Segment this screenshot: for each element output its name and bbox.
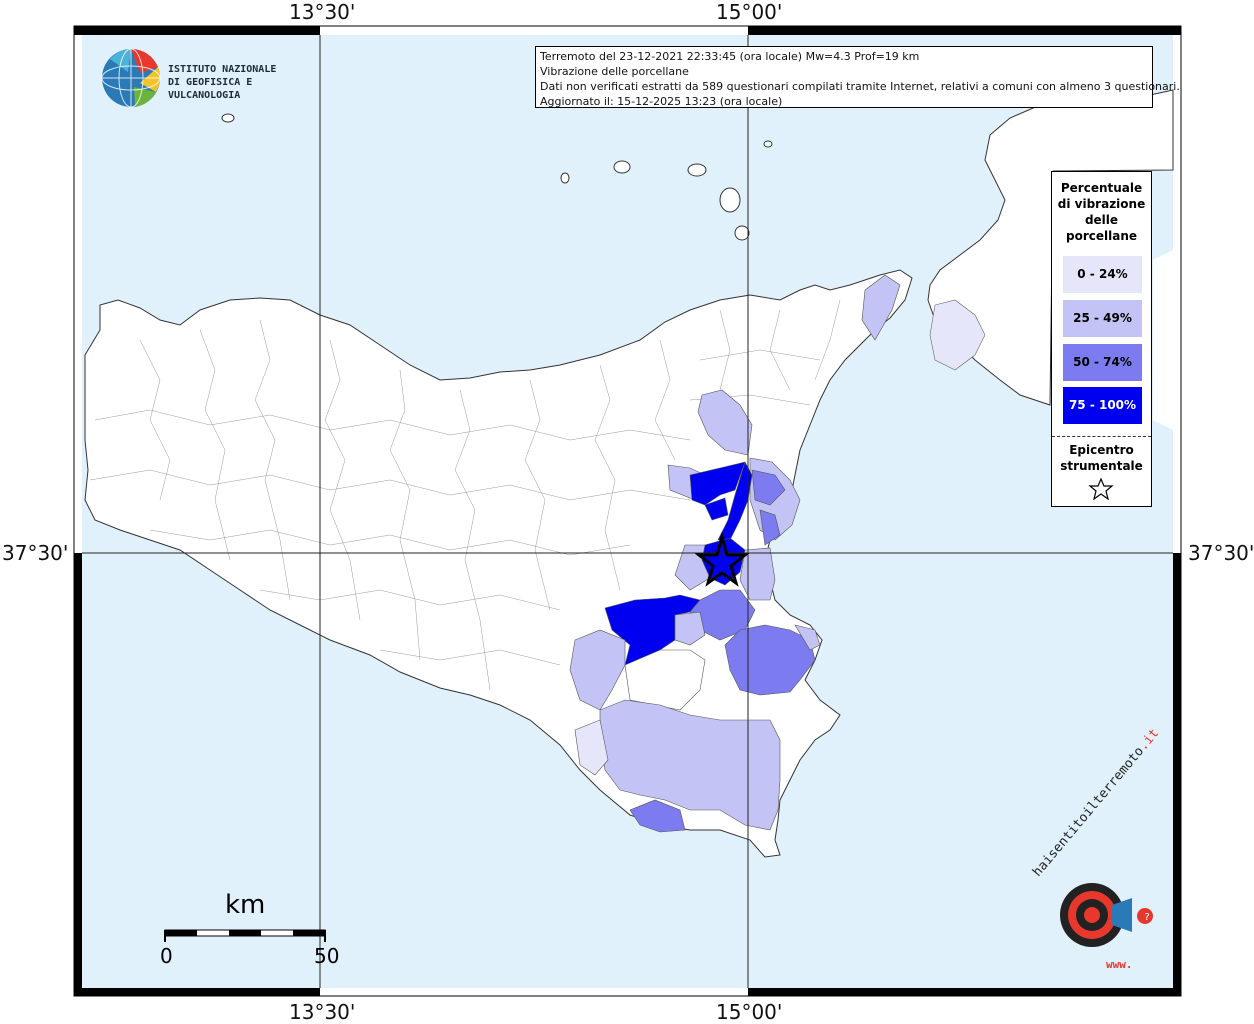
info-line-3: Dati non verificati estratti da 589 ques… — [540, 80, 1180, 93]
scale-unit: km — [225, 890, 266, 920]
logo-line-1: ISTITUTO NAZIONALE — [168, 64, 277, 75]
right-lat-label: 37°30' — [1188, 541, 1254, 565]
epicentre-label: Epicentro strumentale — [1052, 442, 1151, 474]
bottom-lon-label-1: 13°30' — [289, 1000, 356, 1024]
left-lat-label: 37°30' — [2, 541, 69, 565]
info-line-1: Terremoto del 23-12-2021 22:33:45 (ora l… — [540, 50, 920, 63]
info-box: Terremoto del 23-12-2021 22:33:45 (ora l… — [535, 46, 1180, 108]
legend-title-line: Percentuale — [1060, 181, 1143, 195]
legend: Percentuale di vibrazione delle porcella… — [1051, 171, 1152, 507]
ingv-logo: ISTITUTO NAZIONALE DI GEOFISICA E VULCAN… — [100, 47, 320, 109]
globe-icon — [101, 48, 161, 108]
top-lon-label-2: 15°00' — [716, 0, 783, 24]
legend-title-line: porcellane — [1065, 229, 1137, 243]
svg-text:?: ? — [1144, 912, 1149, 923]
scale-bar-graphic — [164, 929, 326, 942]
info-line-2: Vibrazione delle porcellane — [540, 65, 689, 78]
info-line-4: Aggiornato il: 15-12-2025 13:23 (ora loc… — [540, 95, 783, 108]
legend-title: Percentuale di vibrazione delle porcella… — [1052, 180, 1151, 244]
top-lon-label-1: 13°30' — [289, 0, 356, 24]
epicentre-label-line: strumentale — [1060, 459, 1143, 473]
logo-line-2: DI GEOFISICA E VULCANOLOGIA — [168, 77, 253, 101]
scale-bar: km 0 50 — [160, 890, 340, 970]
legend-title-line: di vibrazione — [1057, 197, 1146, 211]
star-outline-icon — [1088, 478, 1114, 500]
haisentito-logo: ? haisentitoilterremoto.it www. — [1020, 726, 1170, 980]
legend-item-50-74: 50 - 74% — [1063, 344, 1142, 381]
legend-separator — [1052, 436, 1151, 437]
scale-end: 50 — [314, 944, 340, 968]
bottom-lon-label-2: 15°00' — [716, 1000, 783, 1024]
legend-item-75-100: 75 - 100% — [1063, 387, 1142, 424]
watermark-www: www. — [1106, 958, 1133, 971]
epicentre-label-line: Epicentro — [1069, 443, 1134, 457]
scale-start: 0 — [160, 944, 173, 968]
calabria-land-south — [1153, 250, 1173, 430]
legend-item-25-49: 25 - 49% — [1063, 300, 1142, 337]
legend-title-line: delle — [1084, 213, 1119, 227]
legend-item-0-24: 0 - 24% — [1063, 256, 1142, 293]
